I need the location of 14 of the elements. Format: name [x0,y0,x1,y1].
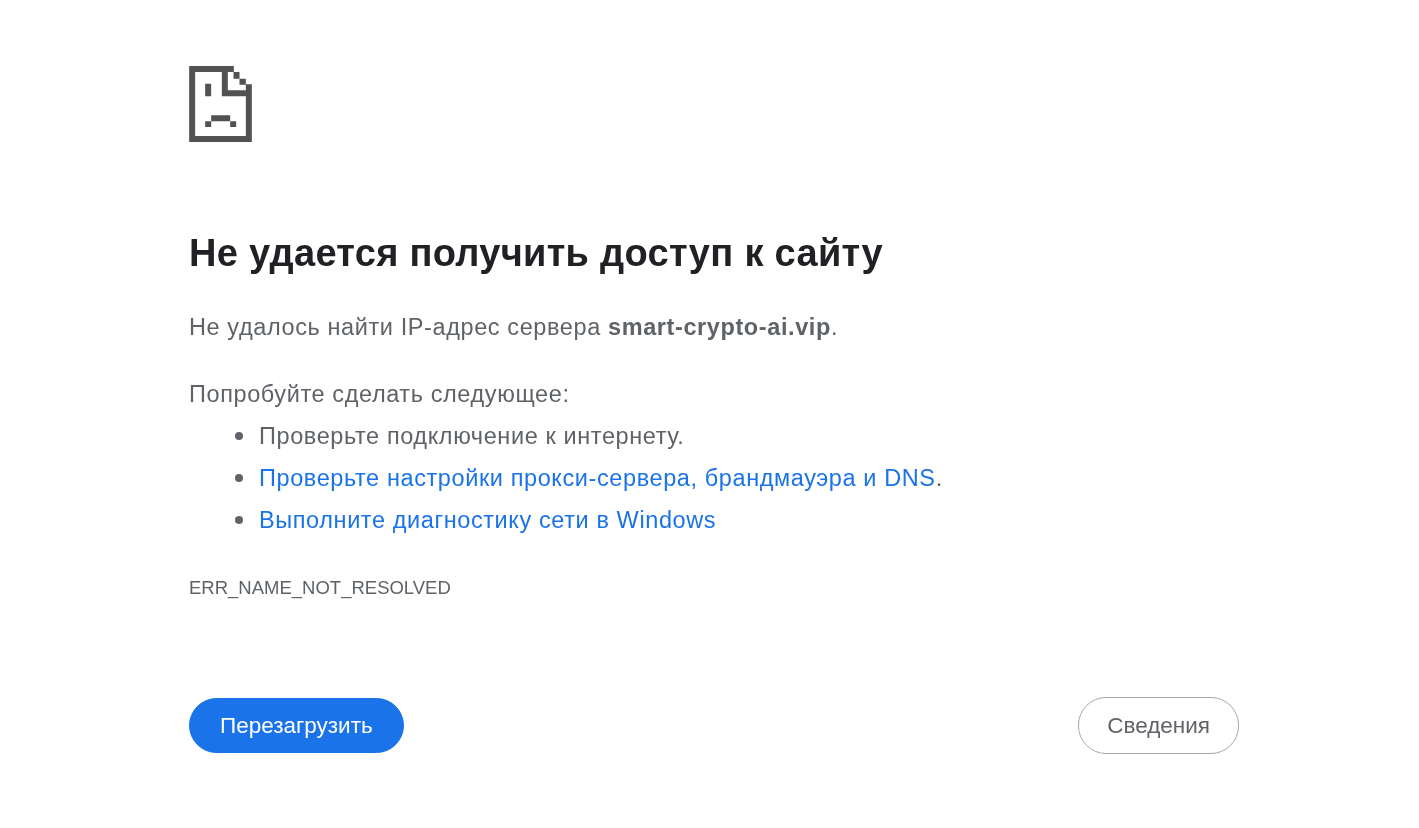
bullet-icon [235,516,243,524]
suggestions-intro: Попробуйте сделать следующее: [189,380,570,409]
bullet-icon [235,432,243,440]
reload-button[interactable]: Перезагрузить [189,698,404,753]
error-heading: Не удается получить доступ к сайту [189,231,883,275]
suggestion-link[interactable]: Проверьте настройки прокси-сервера, брандмауэра и DNS [259,465,936,491]
details-button[interactable]: Сведения [1078,697,1239,754]
error-summary: Не удалось найти IP-адрес сервера smart-crypto-ai.vip. [189,313,839,342]
bullet-icon [235,474,243,482]
suggestion-link[interactable]: Выполните диагностику сети в Windows [259,505,717,535]
suggestion-text: Проверьте настройки прокси-сервера, брандмауэра и DNS. [259,464,943,493]
error-code: ERR_NAME_NOT_RESOLVED [189,576,451,601]
suggestion-text: Проверьте подключение к интернету. [259,422,685,451]
sad-page-icon [189,66,252,142]
